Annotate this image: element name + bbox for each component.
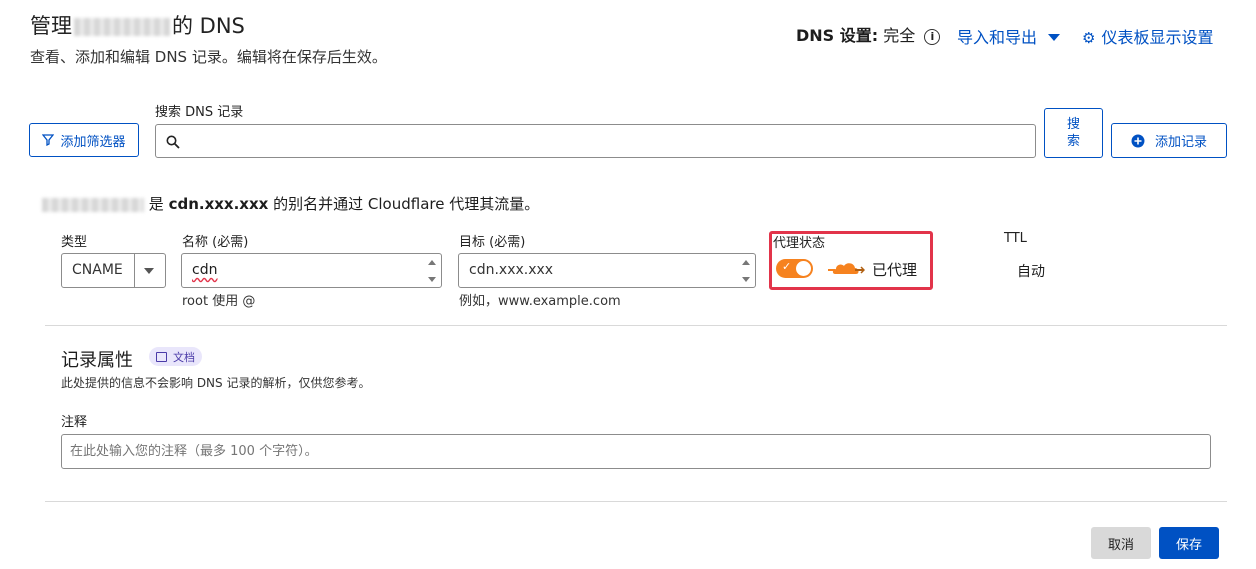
target-input[interactable]: cdn.xxx.xxx — [458, 253, 756, 288]
check-icon: ✓ — [782, 260, 792, 273]
ttl-value: 自动 — [1017, 264, 1045, 280]
filter-icon — [42, 134, 55, 146]
add-record-button[interactable]: 添加记录 — [1111, 123, 1227, 158]
type-label: 类型 — [61, 235, 88, 250]
caret-down-icon — [1048, 34, 1061, 41]
info-icon[interactable]: i — [924, 29, 941, 45]
attributes-title: 记录属性 — [61, 350, 133, 371]
page-title: 管理的 DNS — [30, 14, 245, 38]
book-icon — [156, 351, 167, 362]
page-subtitle: 查看、添加和编辑 DNS 记录。编辑将在保存后生效。 — [30, 48, 387, 66]
proxy-label: 代理状态 — [773, 236, 826, 251]
stepper-icon[interactable] — [741, 258, 751, 284]
stepper-icon[interactable] — [427, 258, 437, 284]
save-button[interactable]: 保存 — [1159, 527, 1219, 559]
search-icon — [166, 135, 180, 149]
ttl-label: TTL — [1004, 231, 1027, 246]
search-input[interactable] — [155, 124, 1036, 158]
doc-badge[interactable]: 文档 — [149, 347, 202, 366]
alias-note: 是 cdn.xxx.xxx 的别名并通过 Cloudflare 代理其流量。 — [42, 193, 539, 214]
dashboard-settings-link[interactable]: ⚙ 仪表板显示设置 — [1082, 24, 1213, 48]
search-label: 搜索 DNS 记录 — [155, 105, 244, 120]
name-hint: root 使用 @ — [182, 294, 256, 309]
redacted-domain — [74, 18, 170, 36]
gear-icon: ⚙ — [1082, 29, 1096, 47]
proxy-toggle[interactable]: ✓ — [776, 259, 813, 278]
type-select[interactable]: CNAME — [61, 253, 166, 288]
attributes-description: 此处提供的信息不会影响 DNS 记录的解析，仅供您参考。 — [61, 376, 371, 390]
divider — [45, 501, 1227, 502]
search-button[interactable]: 搜索 — [1044, 108, 1103, 158]
plus-circle-icon — [1131, 134, 1145, 147]
import-export-dropdown[interactable]: 导入和导出 — [957, 24, 1061, 48]
dns-setting: DNS 设置: 完全 i — [796, 22, 941, 46]
target-label: 目标 (必需) — [459, 235, 526, 250]
cloud-proxied-icon — [828, 263, 865, 274]
name-input[interactable]: cdn — [181, 253, 442, 288]
cancel-button[interactable]: 取消 — [1091, 527, 1151, 559]
name-label: 名称 (必需) — [182, 235, 249, 250]
comment-input[interactable] — [61, 434, 1211, 469]
caret-down-icon — [144, 268, 154, 274]
comment-label: 注释 — [61, 415, 88, 430]
target-hint: 例如，www.example.com — [459, 294, 621, 309]
divider — [45, 325, 1227, 326]
redacted-name — [42, 197, 144, 212]
proxy-status-text: 已代理 — [872, 261, 918, 279]
add-filter-button[interactable]: 添加筛选器 — [29, 123, 139, 157]
